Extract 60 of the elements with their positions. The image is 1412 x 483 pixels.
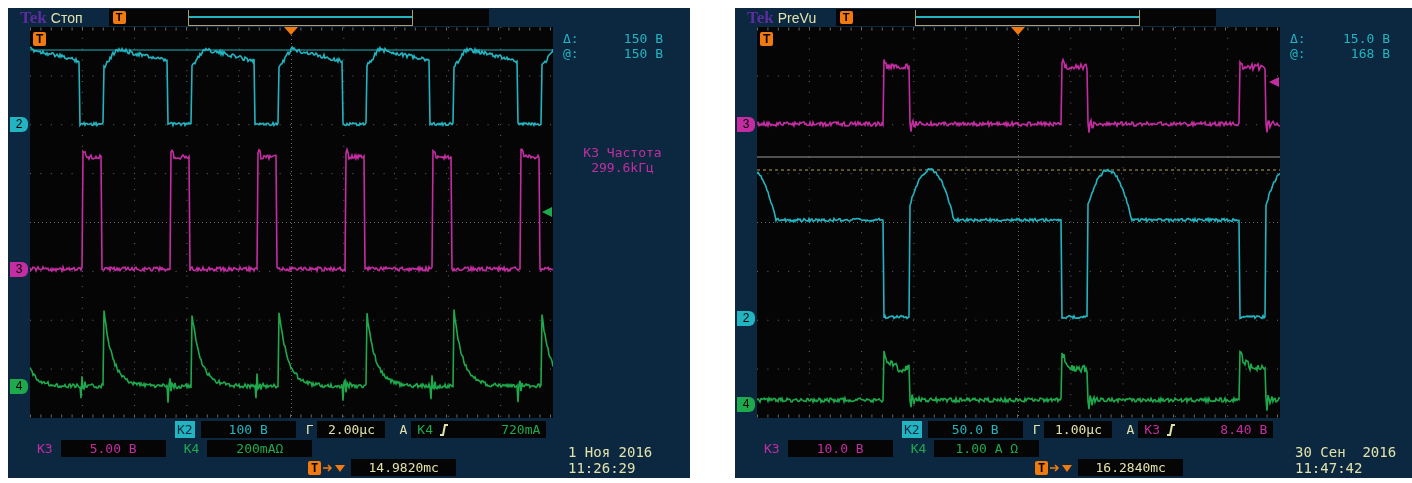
time-text: 11:26:29 — [568, 460, 636, 476]
rising-edge-icon — [438, 423, 449, 436]
channel-label: K3 — [763, 440, 781, 457]
readout-field: 1.00µc — [1044, 421, 1113, 438]
trigger-level-icon[interactable] — [542, 207, 552, 217]
trigger-mode: A — [1126, 420, 1135, 439]
readout-field: 1.00 A Ω — [934, 440, 1040, 457]
cursor-value: 168 B — [1349, 46, 1390, 61]
readout-field: 100 B — [200, 421, 296, 438]
channel-marker[interactable]: 2 — [10, 117, 28, 132]
acquisition-status: PreVu — [777, 10, 818, 25]
arrow-triangle-icon — [323, 462, 346, 473]
channel-label: K2 — [902, 421, 922, 438]
brand-logo: Tek — [747, 9, 774, 26]
date-text: 30 Сен 2016 — [1295, 444, 1397, 460]
readout-field: 5.00 B — [60, 440, 166, 457]
date-text: 1 Ноя 2016 — [568, 444, 653, 460]
cursor-value: 15.0 B — [1342, 31, 1390, 46]
channel-label: K3 — [36, 440, 54, 457]
trigger-flag: T — [112, 11, 126, 24]
cursor-label: Δ: — [563, 31, 580, 46]
channel-marker[interactable]: 4 — [737, 397, 755, 412]
readout-field: 200mAΩ — [207, 440, 313, 457]
timebase-label: Г — [305, 420, 314, 439]
rising-edge-icon — [1165, 423, 1176, 436]
time-text: 11:47:42 — [1295, 460, 1363, 476]
brand-logo: Tek — [20, 9, 47, 26]
trigger-level-icon[interactable] — [1269, 77, 1279, 87]
readout-field: 14.9820mc — [351, 459, 457, 476]
position-flag: T — [308, 460, 322, 475]
channel-marker[interactable]: 3 — [10, 262, 28, 277]
trigger-flag: T — [839, 11, 853, 24]
channel-marker[interactable]: 4 — [10, 379, 28, 394]
trigger-flag[interactable]: T — [33, 32, 47, 46]
cursor-label: @: — [1290, 46, 1307, 61]
position-flag: T — [1035, 460, 1049, 475]
channel-label: K4 — [909, 440, 928, 457]
acquisition-status: Стоп — [50, 10, 84, 25]
cursor-label: Δ: — [1290, 31, 1307, 46]
cursor-value: 150 B — [622, 46, 663, 61]
channel-marker[interactable]: 2 — [737, 311, 755, 326]
readout-field: 2.00µc — [317, 421, 386, 438]
readout-field: 10.0 B — [787, 440, 893, 457]
trigger-source: K4 — [417, 420, 433, 439]
channel-label: K2 — [175, 421, 195, 438]
trigger-flag[interactable]: T — [760, 32, 774, 46]
trigger-level: 8.40 B — [1220, 420, 1268, 439]
readout-field: 50.0 B — [927, 421, 1023, 438]
channel-label: K4 — [182, 440, 201, 457]
trigger-mode: A — [399, 420, 408, 439]
cursor-value: 150 B — [622, 31, 663, 46]
channel-marker[interactable]: 3 — [737, 117, 755, 132]
arrow-triangle-icon — [1050, 462, 1073, 473]
timebase-label: Г — [1032, 420, 1041, 439]
measurement-label: K3 Частота — [583, 145, 662, 160]
readout-field: 16.2840mc — [1078, 459, 1184, 476]
cursor-label: @: — [563, 46, 580, 61]
trigger-level: 720mA — [501, 420, 541, 439]
measurement-value: 299.6kГц — [591, 160, 654, 175]
trigger-source: K3 — [1144, 420, 1160, 439]
